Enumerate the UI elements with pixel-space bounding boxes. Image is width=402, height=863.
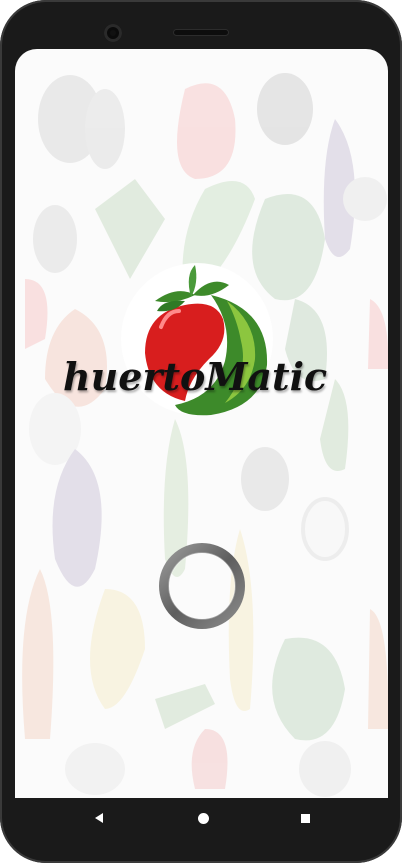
top-bezel [0,0,402,52]
phone-frame: huertoMatic [0,0,402,863]
loading-spinner-icon [159,543,245,629]
splash-screen: huertoMatic [15,49,388,798]
recents-square-icon[interactable] [291,806,319,830]
back-triangle-icon[interactable] [85,806,113,830]
app-name-logotype: huertoMatic [63,354,328,399]
vegetable-background-pattern [22,73,388,797]
front-camera [104,24,122,42]
earpiece-speaker [174,30,228,35]
android-navigation-bar [15,798,388,838]
home-circle-icon[interactable] [189,806,217,830]
